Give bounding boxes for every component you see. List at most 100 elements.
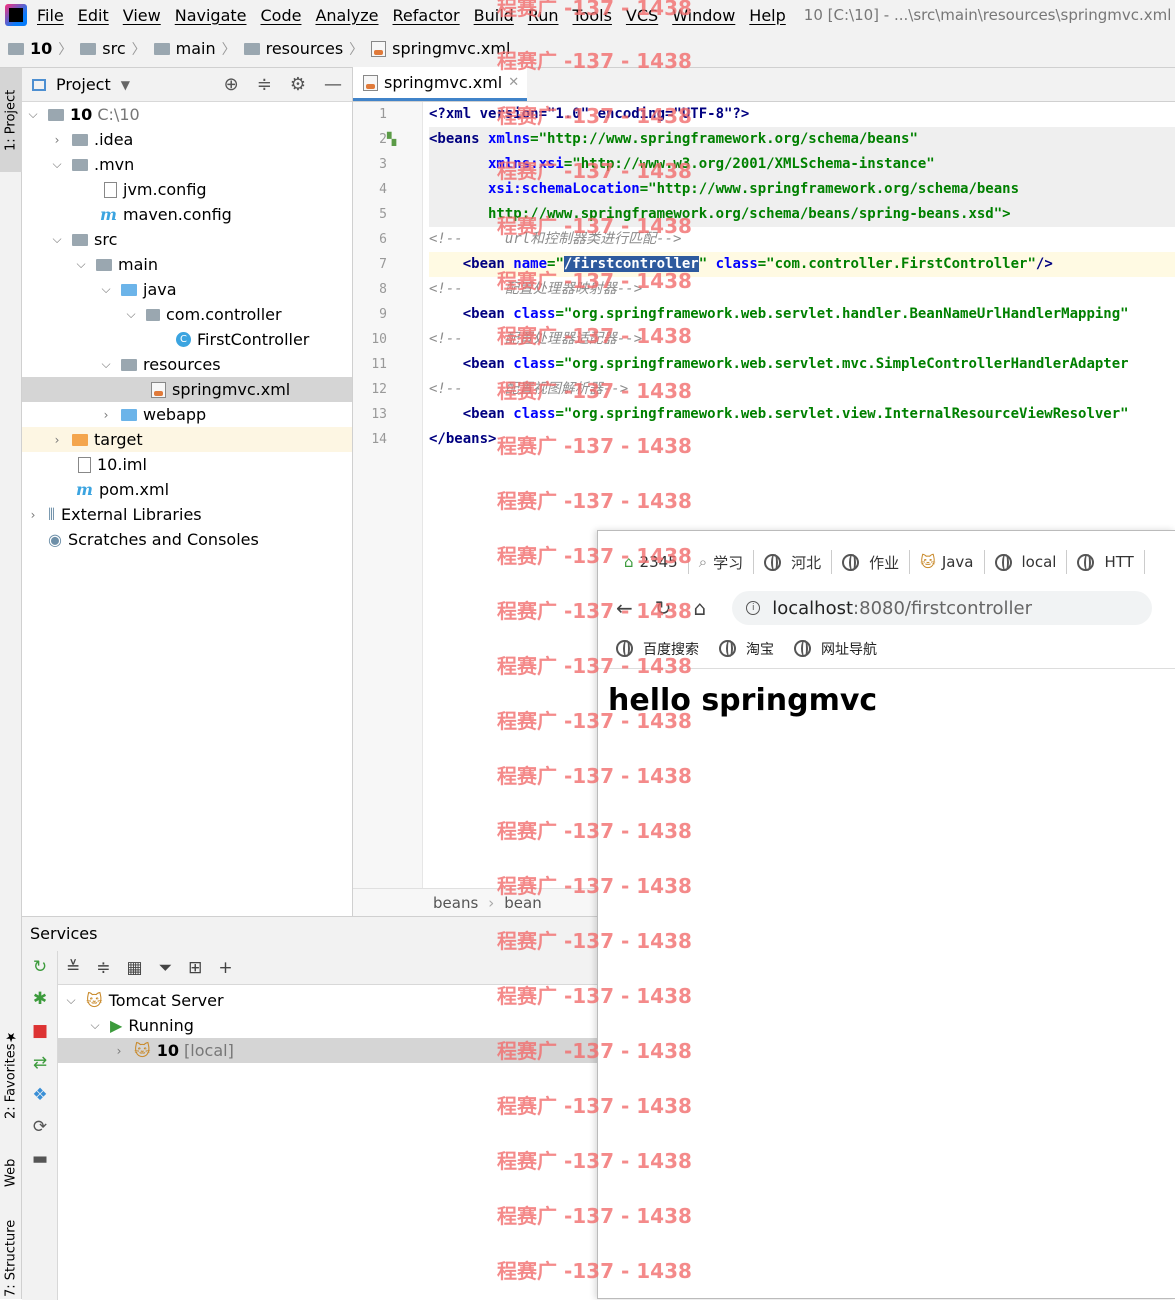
tree-row-resources[interactable]: ⌵ resources <box>22 352 352 377</box>
artifacts-icon[interactable]: ❖ <box>22 1079 58 1111</box>
tree-row-springmvc-xml[interactable]: springmvc.xml <box>22 377 352 402</box>
address-bar[interactable]: i localhost:8080/firstcontroller <box>732 591 1153 625</box>
layout-icon[interactable]: ▬ <box>22 1143 58 1175</box>
code-line-1: <?xml version="1.0" encoding="UTF-8"?> <box>429 106 750 122</box>
browser-tab[interactable]: HTT <box>1067 550 1145 574</box>
menu-refactor[interactable]: Refactor <box>393 6 460 25</box>
services-title: Services <box>22 917 598 951</box>
tree-row-target[interactable]: › target <box>22 427 352 452</box>
browser-tab[interactable]: ⌂ 2345 <box>614 550 689 574</box>
debug-icon[interactable]: ✱ <box>22 983 58 1015</box>
close-icon[interactable]: ✕ <box>508 75 519 90</box>
menu-edit[interactable]: Edit <box>78 6 109 25</box>
chevron-down-icon[interactable]: ▼ <box>121 78 130 92</box>
editor-crumb-bean[interactable]: bean <box>504 894 541 912</box>
tree-row-package[interactable]: ⌵ com.controller <box>22 302 352 327</box>
new-tab-icon[interactable]: ⊞ <box>188 958 202 978</box>
browser-window: ⌂ 2345 ⌕ 学习 河北 作业 🐱 Java local HTT ← ↻ ⌂ i … <box>597 530 1175 1299</box>
tree-row-scratches[interactable]: ◉ Scratches and Consoles <box>22 527 352 552</box>
favorites-tool-tab[interactable]: 2: Favorites ★ <box>0 1028 22 1120</box>
spring-bean-gutter-icon[interactable]: ▚ <box>387 132 396 146</box>
project-view-selector[interactable]: Project <box>56 75 111 94</box>
menu-navigate[interactable]: Navigate <box>175 6 247 25</box>
bookmark-nav[interactable]: 网址导航 <box>794 639 877 659</box>
browser-tab[interactable]: 作业 <box>832 550 911 574</box>
menu-build[interactable]: Build <box>474 6 514 25</box>
menu-run[interactable]: Run <box>528 6 559 25</box>
menu-code[interactable]: Code <box>261 6 302 25</box>
globe-icon <box>994 553 1012 571</box>
project-tool-tab[interactable]: 1: Project <box>0 68 22 172</box>
home-icon[interactable]: ⌂ <box>694 596 707 620</box>
line-number: 5 <box>379 207 387 222</box>
tree-row-jvm-config[interactable]: jvm.config <box>22 177 352 202</box>
tree-row-external-libraries[interactable]: › ⦀ External Libraries <box>22 502 352 527</box>
collapse-all-icon[interactable]: ≑ <box>257 74 272 95</box>
web-folder-icon <box>121 408 137 421</box>
browser-tab[interactable]: ⌕ 学习 <box>689 550 755 574</box>
minimize-icon[interactable]: — <box>324 74 342 95</box>
service-row-deployment[interactable]: › 🐱 10 [local] <box>58 1038 598 1063</box>
tree-row-src[interactable]: ⌵ src <box>22 227 352 252</box>
line-number: 11 <box>371 357 387 372</box>
code-line-12: <!-- 配置视图解析器--> <box>429 381 629 397</box>
menu-tools[interactable]: Tools <box>573 6 612 25</box>
bookmark-taobao[interactable]: 淘宝 <box>719 639 774 659</box>
group-by-icon[interactable]: ▦ <box>127 958 143 978</box>
tree-row-pom[interactable]: m pom.xml <box>22 477 352 502</box>
stop-icon[interactable]: ■ <box>22 1015 58 1047</box>
web-tool-tab[interactable]: Web <box>0 1143 22 1203</box>
gear-icon[interactable]: ⚙ <box>290 74 306 95</box>
menu-vcs[interactable]: VCS <box>626 6 658 25</box>
module-file-icon <box>78 456 91 473</box>
tree-row-root[interactable]: ⌵ 10 C:\10 <box>22 102 352 127</box>
tree-row-idea[interactable]: › .idea <box>22 127 352 152</box>
menu-file[interactable]: File <box>37 6 64 25</box>
browser-tab[interactable]: 河北 <box>754 550 833 574</box>
add-service-icon[interactable]: + <box>218 958 232 978</box>
refresh-icon[interactable]: ⟳ <box>22 1111 58 1143</box>
services-side-toolbar: ↻ ✱ ■ ⇄ ❖ ⟳ ▬ <box>22 951 58 1300</box>
menu-analyze[interactable]: Analyze <box>315 6 378 25</box>
line-gutter: 1 2 3 4 5 6 7 8 9 10 11 12 13 14 ▚ <box>353 102 423 888</box>
rerun-icon[interactable]: ↻ <box>22 951 58 983</box>
left-tool-stripe: 1: Project 2: Favorites ★ Web 7: Structu… <box>0 68 22 1299</box>
menu-window[interactable]: Window <box>672 6 735 25</box>
bookmark-baidu[interactable]: 百度搜索 <box>616 639 699 659</box>
filter-icon[interactable]: ⏷ <box>159 958 173 978</box>
line-number: 9 <box>379 307 387 322</box>
browser-tab[interactable]: local <box>985 550 1068 574</box>
tree-row-maven-config[interactable]: m maven.config <box>22 202 352 227</box>
tree-row-webapp[interactable]: › webapp <box>22 402 352 427</box>
class-icon: C <box>176 332 191 347</box>
collapse-all-icon[interactable]: ≑ <box>96 958 110 978</box>
info-icon[interactable]: i <box>746 601 761 615</box>
browser-tab[interactable]: 🐱 Java <box>910 550 985 574</box>
search-icon: ⌕ <box>698 553 708 571</box>
editor-crumb-beans[interactable]: beans <box>433 894 478 912</box>
tree-row-iml[interactable]: 10.iml <box>22 452 352 477</box>
crumb-resources[interactable]: resources 〉 <box>243 39 363 59</box>
service-row-running[interactable]: ⌵ ▶ Running <box>58 1013 598 1038</box>
service-row-tomcat[interactable]: ⌵ 🐱 Tomcat Server <box>58 988 598 1013</box>
expand-all-icon[interactable]: ≚ <box>66 958 80 978</box>
crumb-project[interactable]: 10 〉 <box>8 39 72 59</box>
tree-row-mvn[interactable]: ⌵ .mvn <box>22 152 352 177</box>
xml-file-icon <box>371 40 387 57</box>
structure-tool-tab[interactable]: 7: Structure <box>0 1218 22 1299</box>
back-icon[interactable]: ← <box>616 596 633 620</box>
tree-row-main[interactable]: ⌵ main <box>22 252 352 277</box>
editor-tab-bar: springmvc.xml ✕ <box>353 67 1175 102</box>
crumb-main[interactable]: main 〉 <box>153 39 236 59</box>
menu-view[interactable]: View <box>123 6 161 25</box>
tree-row-first-controller[interactable]: C FirstController <box>22 327 352 352</box>
locate-icon[interactable]: ⊕ <box>224 74 239 95</box>
code-line-11: <bean class="org.springframework.web.ser… <box>429 356 1129 372</box>
crumb-src[interactable]: src 〉 <box>80 39 146 59</box>
editor-tab-springmvc[interactable]: springmvc.xml ✕ <box>353 67 528 101</box>
deploy-icon[interactable]: ⇄ <box>22 1047 58 1079</box>
tree-row-java[interactable]: ⌵ java <box>22 277 352 302</box>
crumb-file[interactable]: springmvc.xml <box>371 39 510 58</box>
reload-icon[interactable]: ↻ <box>655 596 672 620</box>
menu-help[interactable]: Help <box>749 6 785 25</box>
